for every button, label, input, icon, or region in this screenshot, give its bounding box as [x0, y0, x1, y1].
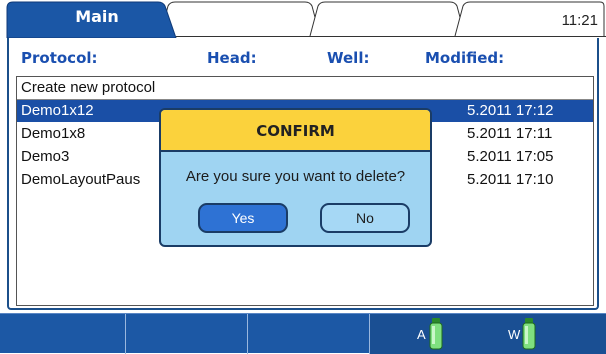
row-modified: 5.2011 17:10 — [467, 171, 554, 188]
dialog-title: CONFIRM — [161, 110, 430, 152]
tab-bar: Main 11:21 — [0, 0, 606, 38]
bottle-a-label: A — [417, 327, 426, 342]
row-name: Create new protocol — [21, 79, 156, 96]
column-header-head: Head: — [207, 49, 257, 67]
row-name: Demo1x12 — [21, 102, 94, 119]
clock: 11:21 — [561, 12, 598, 29]
bottle-icon — [522, 318, 536, 350]
tab-4[interactable] — [465, 0, 545, 36]
confirm-dialog: CONFIRM Are you sure you want to delete?… — [159, 108, 432, 247]
column-header-well: Well: — [327, 49, 370, 67]
tab-3[interactable] — [320, 0, 455, 36]
row-name: DemoLayoutPaus — [21, 171, 141, 188]
dialog-message: Are you sure you want to delete? — [185, 168, 406, 185]
row-name: Demo1x8 — [21, 125, 86, 142]
softkey-1[interactable] — [0, 314, 126, 354]
no-button[interactable]: No — [320, 203, 410, 233]
tab-main[interactable]: Main — [52, 7, 142, 26]
bottle-status: A W — [370, 314, 606, 354]
column-header-protocol: Protocol: — [21, 49, 98, 67]
column-header-modified: Modified: — [425, 49, 505, 67]
softkey-3[interactable] — [248, 314, 370, 354]
tab-2[interactable] — [170, 0, 310, 36]
bottle-icon — [429, 318, 443, 350]
row-modified: 5.2011 17:05 — [467, 148, 554, 165]
softkey-2[interactable] — [126, 314, 248, 354]
bottle-w-label: W — [508, 327, 521, 342]
row-name: Demo3 — [21, 148, 70, 165]
list-item-create-new[interactable]: Create new protocol — [17, 77, 593, 100]
bottom-bar: A W — [0, 313, 606, 354]
row-modified: 5.2011 17:11 — [467, 125, 553, 142]
row-modified: 5.2011 17:12 — [467, 102, 554, 119]
yes-button[interactable]: Yes — [198, 203, 288, 233]
